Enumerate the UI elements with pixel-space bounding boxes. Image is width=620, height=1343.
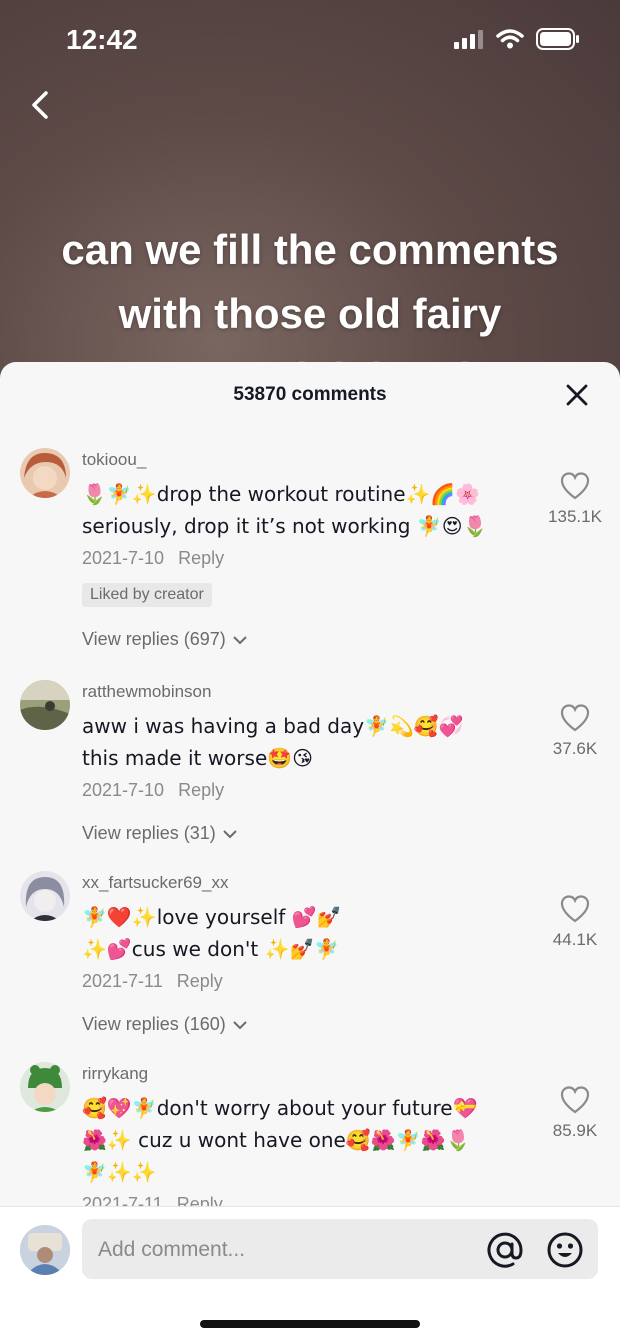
- comment-text: 🥰💖🧚don't worry about your future💝 🌺✨ cuz…: [82, 1092, 520, 1188]
- like-count: 85.9K: [552, 1121, 598, 1140]
- back-button[interactable]: [24, 86, 64, 126]
- chevron-down-icon: [233, 635, 247, 644]
- reply-button[interactable]: Reply: [178, 780, 224, 800]
- signal-icon: [454, 30, 483, 49]
- comment-username[interactable]: rirrykang: [82, 1052, 520, 1086]
- avatar[interactable]: [20, 448, 70, 498]
- add-comment-input[interactable]: [96, 1219, 460, 1281]
- at-sign-icon: [487, 1232, 523, 1268]
- comment-item: xx_fartsucker69_xx 🧚❤️✨love yourself 💕💅 …: [0, 861, 620, 1052]
- comment-count: 53870 comments: [233, 384, 387, 405]
- reply-button[interactable]: Reply: [178, 548, 224, 568]
- heart-icon: [560, 895, 590, 923]
- comment-username[interactable]: xx_fartsucker69_xx: [82, 861, 520, 895]
- comment-input-wrapper: [82, 1219, 598, 1281]
- comment-text-line: ✨💕cus we don't ✨💅🧚: [82, 937, 340, 961]
- sheet-header: 53870 comments: [0, 362, 620, 426]
- like-count: 135.1K: [548, 507, 602, 526]
- like-button[interactable]: 135.1K: [540, 472, 610, 527]
- comment-text-line: this made it worse🤩😘: [82, 746, 313, 770]
- view-replies-button[interactable]: View replies (697): [82, 629, 520, 650]
- comment-item: rirrykang 🥰💖🧚don't worry about your futu…: [0, 1052, 620, 1208]
- current-user-avatar[interactable]: [20, 1225, 70, 1275]
- comment-list[interactable]: tokioou_ 🌷🧚✨drop the workout routine✨🌈🌸 …: [0, 438, 620, 1208]
- liked-by-creator-badge: Liked by creator: [82, 583, 212, 607]
- status-time: 12:42: [66, 24, 138, 55]
- emoji-button[interactable]: [546, 1231, 584, 1269]
- caption-line-2: with those old fairy: [118, 290, 502, 337]
- like-button[interactable]: 85.9K: [540, 1086, 610, 1141]
- status-bar: 12:42: [0, 0, 620, 80]
- comment-item: tokioou_ 🌷🧚✨drop the workout routine✨🌈🌸 …: [0, 438, 620, 670]
- view-replies-label: View replies (160): [82, 1014, 226, 1034]
- comment-text-line: 🥰💖🧚don't worry about your future💝: [82, 1096, 478, 1120]
- like-count: 44.1K: [552, 930, 598, 949]
- comment-date: 2021-7-11: [82, 971, 163, 991]
- comment-text-line: aww i was having a bad day🧚💫🥰💞: [82, 714, 464, 738]
- comment-item: ratthewmobinson aww i was having a bad d…: [0, 670, 620, 861]
- comment-username[interactable]: ratthewmobinson: [82, 670, 520, 704]
- comment-date: 2021-7-10: [82, 780, 165, 800]
- caption-line-1: can we fill the comments: [61, 226, 559, 273]
- heart-icon: [560, 472, 590, 500]
- heart-icon: [560, 1086, 590, 1114]
- comment-meta: 2021-7-10 Reply: [82, 780, 520, 801]
- mention-button[interactable]: [486, 1231, 524, 1269]
- reply-button[interactable]: Reply: [177, 971, 223, 991]
- avatar[interactable]: [20, 1062, 70, 1112]
- comment-text: 🌷🧚✨drop the workout routine✨🌈🌸 seriously…: [82, 478, 520, 542]
- avatar[interactable]: [20, 871, 70, 921]
- like-count: 37.6K: [552, 739, 598, 758]
- status-icons: [454, 28, 580, 50]
- avatar[interactable]: [20, 680, 70, 730]
- comment-date: 2021-7-10: [82, 548, 165, 568]
- like-button[interactable]: 37.6K: [540, 704, 610, 759]
- back-chevron-icon: [32, 91, 48, 119]
- view-replies-button[interactable]: View replies (31): [82, 823, 520, 844]
- chevron-down-icon: [233, 1020, 247, 1029]
- comments-sheet: 53870 comments tokioou_ 🌷🧚✨drop the work…: [0, 362, 620, 1342]
- comment-meta: 2021-7-10 Reply: [82, 548, 520, 569]
- comment-meta: 2021-7-11 Reply: [82, 971, 520, 992]
- view-replies-label: View replies (697): [82, 629, 226, 649]
- comment-username[interactable]: tokioou_: [82, 438, 520, 472]
- close-icon: [566, 384, 588, 406]
- chevron-down-icon: [223, 829, 237, 838]
- battery-icon: [536, 28, 579, 50]
- emoji-icon: [547, 1232, 583, 1268]
- view-replies-button[interactable]: View replies (160): [82, 1014, 520, 1035]
- home-indicator[interactable]: [200, 1320, 420, 1328]
- wifi-icon: [496, 29, 524, 49]
- view-replies-label: View replies (31): [82, 823, 216, 843]
- comment-text-line: seriously, drop it it’s not working 🧚😍🌷: [82, 514, 488, 538]
- comment-text: aww i was having a bad day🧚💫🥰💞 this made…: [82, 710, 520, 774]
- comment-text-line: 🌷🧚✨drop the workout routine✨🌈🌸: [82, 482, 481, 506]
- comment-text-line: 🧚✨✨: [82, 1160, 157, 1184]
- like-button[interactable]: 44.1K: [540, 895, 610, 950]
- comment-text-line: 🌺✨ cuz u wont have one🥰🌺🧚🌺🌷: [82, 1128, 471, 1152]
- comment-text-line: 🧚❤️✨love yourself 💕💅: [82, 905, 342, 929]
- comment-text: 🧚❤️✨love yourself 💕💅 ✨💕cus we don't ✨💅🧚: [82, 901, 520, 965]
- close-button[interactable]: [564, 382, 590, 408]
- heart-icon: [560, 704, 590, 732]
